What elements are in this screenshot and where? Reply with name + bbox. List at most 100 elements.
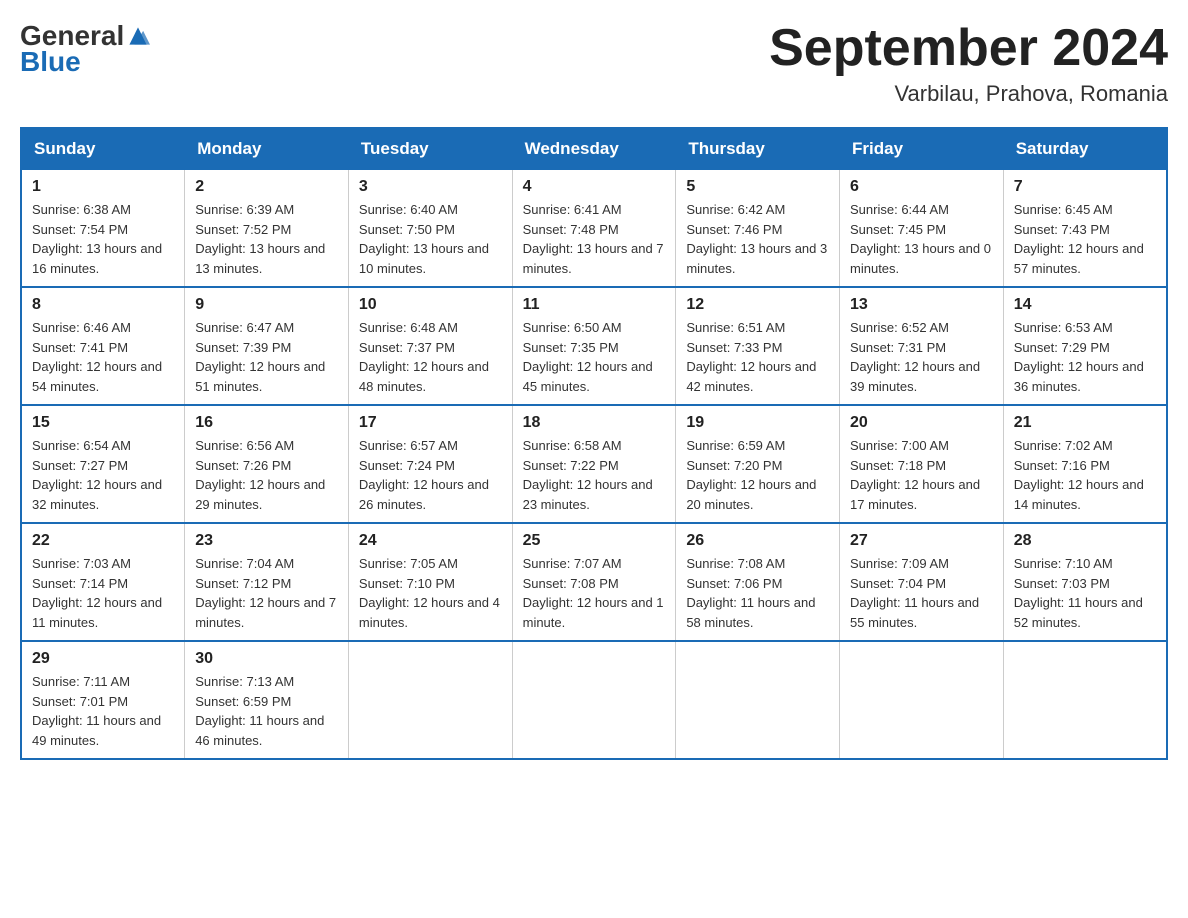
table-row bbox=[1003, 641, 1167, 759]
day-number: 20 bbox=[850, 414, 993, 432]
day-number: 6 bbox=[850, 178, 993, 196]
table-row: 2 Sunrise: 6:39 AM Sunset: 7:52 PM Dayli… bbox=[185, 170, 349, 288]
table-row: 21 Sunrise: 7:02 AM Sunset: 7:16 PM Dayl… bbox=[1003, 405, 1167, 523]
table-row: 4 Sunrise: 6:41 AM Sunset: 7:48 PM Dayli… bbox=[512, 170, 676, 288]
day-number: 30 bbox=[195, 650, 338, 668]
day-number: 29 bbox=[32, 650, 174, 668]
table-row: 24 Sunrise: 7:05 AM Sunset: 7:10 PM Dayl… bbox=[348, 523, 512, 641]
table-row: 26 Sunrise: 7:08 AM Sunset: 7:06 PM Dayl… bbox=[676, 523, 840, 641]
table-row: 25 Sunrise: 7:07 AM Sunset: 7:08 PM Dayl… bbox=[512, 523, 676, 641]
day-info: Sunrise: 7:02 AM Sunset: 7:16 PM Dayligh… bbox=[1014, 436, 1156, 514]
month-year-title: September 2024 bbox=[769, 20, 1168, 77]
col-saturday: Saturday bbox=[1003, 128, 1167, 170]
day-number: 23 bbox=[195, 532, 338, 550]
day-number: 7 bbox=[1014, 178, 1156, 196]
col-friday: Friday bbox=[840, 128, 1004, 170]
day-number: 19 bbox=[686, 414, 829, 432]
day-info: Sunrise: 7:07 AM Sunset: 7:08 PM Dayligh… bbox=[523, 554, 666, 632]
day-info: Sunrise: 6:48 AM Sunset: 7:37 PM Dayligh… bbox=[359, 318, 502, 396]
col-tuesday: Tuesday bbox=[348, 128, 512, 170]
day-info: Sunrise: 6:56 AM Sunset: 7:26 PM Dayligh… bbox=[195, 436, 338, 514]
day-number: 21 bbox=[1014, 414, 1156, 432]
table-row: 20 Sunrise: 7:00 AM Sunset: 7:18 PM Dayl… bbox=[840, 405, 1004, 523]
table-row: 3 Sunrise: 6:40 AM Sunset: 7:50 PM Dayli… bbox=[348, 170, 512, 288]
col-thursday: Thursday bbox=[676, 128, 840, 170]
day-number: 24 bbox=[359, 532, 502, 550]
day-number: 17 bbox=[359, 414, 502, 432]
table-row: 30 Sunrise: 7:13 AM Sunset: 6:59 PM Dayl… bbox=[185, 641, 349, 759]
table-row: 5 Sunrise: 6:42 AM Sunset: 7:46 PM Dayli… bbox=[676, 170, 840, 288]
table-row: 15 Sunrise: 6:54 AM Sunset: 7:27 PM Dayl… bbox=[21, 405, 185, 523]
day-info: Sunrise: 6:44 AM Sunset: 7:45 PM Dayligh… bbox=[850, 200, 993, 278]
calendar-table: Sunday Monday Tuesday Wednesday Thursday… bbox=[20, 127, 1168, 760]
table-row: 29 Sunrise: 7:11 AM Sunset: 7:01 PM Dayl… bbox=[21, 641, 185, 759]
day-number: 27 bbox=[850, 532, 993, 550]
day-info: Sunrise: 6:50 AM Sunset: 7:35 PM Dayligh… bbox=[523, 318, 666, 396]
title-section: September 2024 Varbilau, Prahova, Romani… bbox=[769, 20, 1168, 107]
table-row: 19 Sunrise: 6:59 AM Sunset: 7:20 PM Dayl… bbox=[676, 405, 840, 523]
day-info: Sunrise: 6:47 AM Sunset: 7:39 PM Dayligh… bbox=[195, 318, 338, 396]
table-row: 8 Sunrise: 6:46 AM Sunset: 7:41 PM Dayli… bbox=[21, 287, 185, 405]
day-info: Sunrise: 6:57 AM Sunset: 7:24 PM Dayligh… bbox=[359, 436, 502, 514]
table-row bbox=[348, 641, 512, 759]
day-info: Sunrise: 7:11 AM Sunset: 7:01 PM Dayligh… bbox=[32, 672, 174, 750]
col-monday: Monday bbox=[185, 128, 349, 170]
day-info: Sunrise: 7:10 AM Sunset: 7:03 PM Dayligh… bbox=[1014, 554, 1156, 632]
table-row bbox=[840, 641, 1004, 759]
day-info: Sunrise: 6:58 AM Sunset: 7:22 PM Dayligh… bbox=[523, 436, 666, 514]
day-number: 8 bbox=[32, 296, 174, 314]
day-info: Sunrise: 6:38 AM Sunset: 7:54 PM Dayligh… bbox=[32, 200, 174, 278]
table-row: 7 Sunrise: 6:45 AM Sunset: 7:43 PM Dayli… bbox=[1003, 170, 1167, 288]
logo: General Blue bbox=[20, 20, 150, 78]
table-row: 18 Sunrise: 6:58 AM Sunset: 7:22 PM Dayl… bbox=[512, 405, 676, 523]
table-row: 23 Sunrise: 7:04 AM Sunset: 7:12 PM Dayl… bbox=[185, 523, 349, 641]
calendar-week-row: 15 Sunrise: 6:54 AM Sunset: 7:27 PM Dayl… bbox=[21, 405, 1167, 523]
day-info: Sunrise: 7:00 AM Sunset: 7:18 PM Dayligh… bbox=[850, 436, 993, 514]
table-row: 28 Sunrise: 7:10 AM Sunset: 7:03 PM Dayl… bbox=[1003, 523, 1167, 641]
table-row: 10 Sunrise: 6:48 AM Sunset: 7:37 PM Dayl… bbox=[348, 287, 512, 405]
day-info: Sunrise: 6:46 AM Sunset: 7:41 PM Dayligh… bbox=[32, 318, 174, 396]
day-info: Sunrise: 6:51 AM Sunset: 7:33 PM Dayligh… bbox=[686, 318, 829, 396]
day-number: 15 bbox=[32, 414, 174, 432]
day-number: 9 bbox=[195, 296, 338, 314]
table-row: 13 Sunrise: 6:52 AM Sunset: 7:31 PM Dayl… bbox=[840, 287, 1004, 405]
day-info: Sunrise: 7:13 AM Sunset: 6:59 PM Dayligh… bbox=[195, 672, 338, 750]
table-row: 6 Sunrise: 6:44 AM Sunset: 7:45 PM Dayli… bbox=[840, 170, 1004, 288]
table-row: 12 Sunrise: 6:51 AM Sunset: 7:33 PM Dayl… bbox=[676, 287, 840, 405]
calendar-week-row: 22 Sunrise: 7:03 AM Sunset: 7:14 PM Dayl… bbox=[21, 523, 1167, 641]
day-info: Sunrise: 6:53 AM Sunset: 7:29 PM Dayligh… bbox=[1014, 318, 1156, 396]
day-number: 26 bbox=[686, 532, 829, 550]
day-info: Sunrise: 7:03 AM Sunset: 7:14 PM Dayligh… bbox=[32, 554, 174, 632]
table-row bbox=[676, 641, 840, 759]
day-info: Sunrise: 6:59 AM Sunset: 7:20 PM Dayligh… bbox=[686, 436, 829, 514]
logo-icon bbox=[126, 24, 150, 48]
calendar-week-row: 1 Sunrise: 6:38 AM Sunset: 7:54 PM Dayli… bbox=[21, 170, 1167, 288]
table-row bbox=[512, 641, 676, 759]
table-row: 9 Sunrise: 6:47 AM Sunset: 7:39 PM Dayli… bbox=[185, 287, 349, 405]
day-number: 16 bbox=[195, 414, 338, 432]
logo-blue-text: Blue bbox=[20, 46, 81, 78]
day-info: Sunrise: 7:04 AM Sunset: 7:12 PM Dayligh… bbox=[195, 554, 338, 632]
day-number: 1 bbox=[32, 178, 174, 196]
calendar-week-row: 8 Sunrise: 6:46 AM Sunset: 7:41 PM Dayli… bbox=[21, 287, 1167, 405]
day-number: 22 bbox=[32, 532, 174, 550]
table-row: 14 Sunrise: 6:53 AM Sunset: 7:29 PM Dayl… bbox=[1003, 287, 1167, 405]
day-number: 4 bbox=[523, 178, 666, 196]
day-number: 5 bbox=[686, 178, 829, 196]
day-info: Sunrise: 6:42 AM Sunset: 7:46 PM Dayligh… bbox=[686, 200, 829, 278]
page-header: General Blue September 2024 Varbilau, Pr… bbox=[20, 20, 1168, 107]
location-subtitle: Varbilau, Prahova, Romania bbox=[769, 81, 1168, 107]
day-info: Sunrise: 6:40 AM Sunset: 7:50 PM Dayligh… bbox=[359, 200, 502, 278]
calendar-week-row: 29 Sunrise: 7:11 AM Sunset: 7:01 PM Dayl… bbox=[21, 641, 1167, 759]
day-info: Sunrise: 6:54 AM Sunset: 7:27 PM Dayligh… bbox=[32, 436, 174, 514]
day-number: 13 bbox=[850, 296, 993, 314]
table-row: 11 Sunrise: 6:50 AM Sunset: 7:35 PM Dayl… bbox=[512, 287, 676, 405]
day-number: 14 bbox=[1014, 296, 1156, 314]
day-number: 28 bbox=[1014, 532, 1156, 550]
day-number: 18 bbox=[523, 414, 666, 432]
day-number: 2 bbox=[195, 178, 338, 196]
day-info: Sunrise: 7:08 AM Sunset: 7:06 PM Dayligh… bbox=[686, 554, 829, 632]
table-row: 27 Sunrise: 7:09 AM Sunset: 7:04 PM Dayl… bbox=[840, 523, 1004, 641]
day-number: 11 bbox=[523, 296, 666, 314]
table-row: 22 Sunrise: 7:03 AM Sunset: 7:14 PM Dayl… bbox=[21, 523, 185, 641]
